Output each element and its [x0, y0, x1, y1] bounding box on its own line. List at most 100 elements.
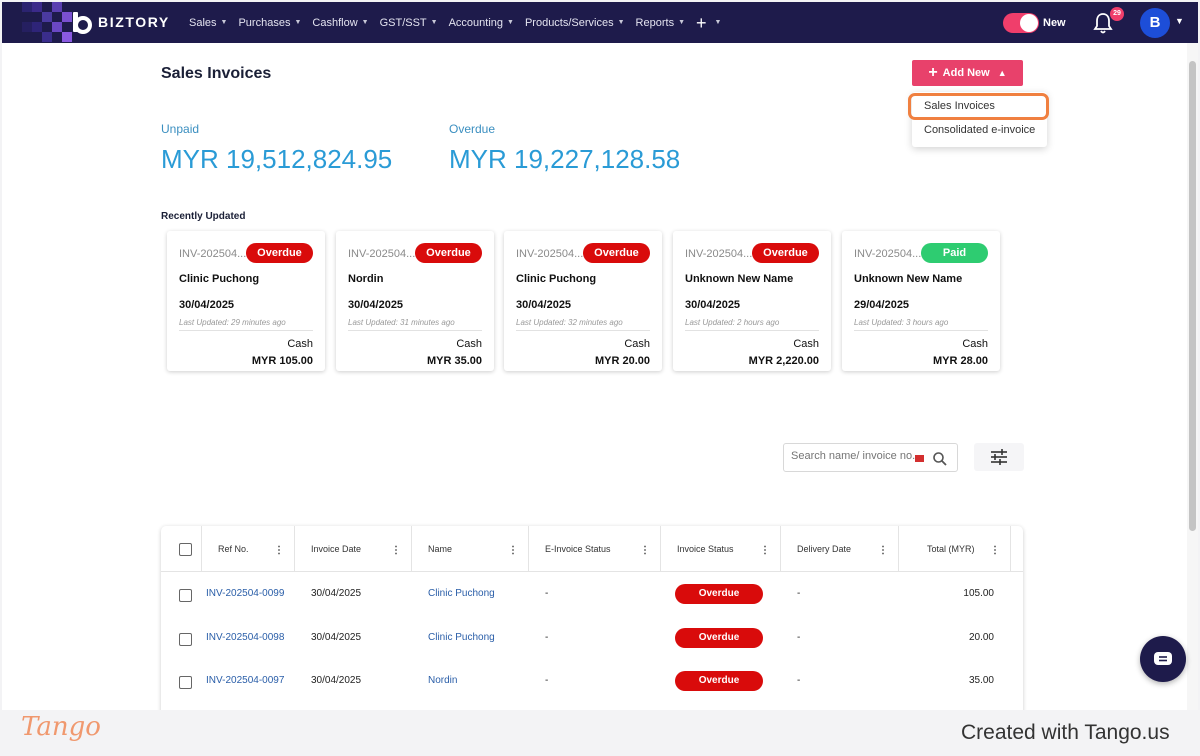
- divider: [179, 330, 313, 331]
- status-badge: Overdue: [752, 243, 819, 263]
- total-amount: 20.00: [968, 632, 994, 643]
- card-payment: Cash: [624, 338, 650, 350]
- column-header[interactable]: Delivery Date ⋮: [781, 526, 899, 572]
- invoice-date: 30/04/2025: [311, 675, 362, 686]
- scrollbar[interactable]: [1187, 43, 1198, 710]
- card-ref: INV-202504...: [854, 248, 922, 260]
- page-title: Sales Invoices: [161, 65, 272, 82]
- new-ui-toggle[interactable]: [1003, 13, 1039, 33]
- card-amount: MYR 35.00: [426, 355, 482, 367]
- card-payment: Cash: [456, 338, 482, 350]
- card-updated: Last Updated: 32 minutes ago: [516, 318, 623, 327]
- customer-link[interactable]: Clinic Puchong: [428, 588, 495, 599]
- status-badge: Overdue: [246, 243, 313, 263]
- column-label: Invoice Status: [677, 544, 734, 554]
- nav-products-services[interactable]: Products/Services ▼: [525, 17, 625, 29]
- chevron-down-icon: ▼: [220, 19, 228, 26]
- chevron-down-icon[interactable]: ▼: [1175, 16, 1184, 26]
- card-payment: Cash: [962, 338, 988, 350]
- table-row[interactable]: INV-202504-0098 30/04/2025 Clinic Puchon…: [161, 617, 1023, 661]
- column-label: Ref No.: [218, 544, 249, 554]
- table-row[interactable]: INV-202504-0097 30/04/2025 Nordin - Over…: [161, 660, 1023, 704]
- chevron-down-icon: ▼: [430, 19, 438, 26]
- ref-link[interactable]: INV-202504-0099: [206, 588, 284, 599]
- status-badge: Overdue: [675, 671, 763, 691]
- chevron-down-icon: ▼: [714, 19, 722, 26]
- recent-invoice-card[interactable]: INV-202504... Overdue Nordin 30/04/2025 …: [336, 231, 494, 371]
- dropdown-item-consolidated-einvoice[interactable]: Consolidated e-invoice: [924, 124, 1035, 136]
- toggle-label: New: [1043, 17, 1066, 29]
- column-header[interactable]: E-Invoice Status ⋮: [529, 526, 661, 572]
- recent-invoice-card[interactable]: INV-202504... Paid Unknown New Name 29/0…: [842, 231, 1000, 371]
- search-icon[interactable]: [932, 451, 948, 467]
- column-header[interactable]: Total (MYR) ⋮: [899, 526, 1011, 572]
- card-date: 30/04/2025: [685, 299, 741, 311]
- ref-link[interactable]: INV-202504-0097: [206, 675, 284, 686]
- filter-button[interactable]: [974, 443, 1024, 471]
- chevron-up-icon: ▲: [997, 68, 1007, 78]
- row-checkbox[interactable]: [179, 633, 192, 646]
- search-input[interactable]: [791, 450, 919, 462]
- card-updated: Last Updated: 2 hours ago: [685, 318, 780, 327]
- divider: [854, 330, 988, 331]
- column-header[interactable]: Name ⋮: [412, 526, 529, 572]
- search-box: [783, 443, 958, 472]
- card-amount: MYR 105.00: [251, 355, 313, 367]
- ref-link[interactable]: INV-202504-0098: [206, 632, 284, 643]
- select-all-checkbox[interactable]: [179, 543, 192, 556]
- column-header[interactable]: Ref No. ⋮: [202, 526, 295, 572]
- nav-quick-add[interactable]: + ▼: [696, 14, 721, 32]
- kebab-menu-icon[interactable]: ⋮: [391, 545, 401, 556]
- kebab-menu-icon[interactable]: ⋮: [274, 545, 284, 556]
- chat-button[interactable]: [1140, 636, 1186, 682]
- brand-name[interactable]: BIZTORY: [98, 14, 170, 30]
- table-row[interactable]: INV-202504-0099 30/04/2025 Clinic Puchon…: [161, 573, 1023, 617]
- customer-link[interactable]: Clinic Puchong: [428, 632, 495, 643]
- card-date: 30/04/2025: [348, 299, 404, 311]
- kebab-menu-icon[interactable]: ⋮: [990, 545, 1000, 556]
- recent-invoice-card[interactable]: INV-202504... Overdue Unknown New Name 3…: [673, 231, 831, 371]
- avatar[interactable]: B: [1140, 8, 1170, 38]
- status-badge: Overdue: [583, 243, 650, 263]
- nav-reports[interactable]: Reports ▼: [636, 17, 685, 29]
- row-checkbox[interactable]: [179, 676, 192, 689]
- nav-accounting[interactable]: Accounting ▼: [449, 17, 514, 29]
- invoices-table: Ref No. ⋮ Invoice Date ⋮ Name ⋮ E-Invoice S…: [161, 526, 1023, 710]
- invoice-date: 30/04/2025: [311, 588, 362, 599]
- add-new-label: Add New: [942, 67, 990, 79]
- einvoice-status: -: [545, 588, 549, 599]
- nav-gst-sst[interactable]: GST/SST ▼: [380, 17, 438, 29]
- plus-icon: +: [928, 64, 938, 81]
- recent-invoice-card[interactable]: INV-202504... Overdue Clinic Puchong 30/…: [167, 231, 325, 371]
- kebab-menu-icon[interactable]: ⋮: [640, 545, 650, 556]
- row-checkbox[interactable]: [179, 589, 192, 602]
- kebab-menu-icon[interactable]: ⋮: [508, 545, 518, 556]
- scrollbar-thumb[interactable]: [1189, 61, 1196, 531]
- header-select-cell: [161, 526, 202, 572]
- column-header[interactable]: Invoice Status ⋮: [661, 526, 781, 572]
- card-date: 30/04/2025: [179, 299, 235, 311]
- column-header[interactable]: Invoice Date ⋮: [295, 526, 412, 572]
- column-label: Invoice Date: [311, 544, 362, 554]
- unpaid-label: Unpaid: [161, 122, 200, 136]
- top-navbar: BIZTORY Sales ▼ Purchases ▼ Cashflow ▼ GST/…: [2, 2, 1198, 43]
- nav-cashflow[interactable]: Cashflow ▼: [312, 17, 368, 29]
- card-ref: INV-202504...: [685, 248, 753, 260]
- kebab-menu-icon[interactable]: ⋮: [878, 545, 888, 556]
- biztory-logo-icon[interactable]: [70, 10, 94, 34]
- chevron-down-icon: ▼: [361, 19, 369, 26]
- unpaid-value: MYR 19,512,824.95: [161, 144, 393, 174]
- recent-invoice-card[interactable]: INV-202504... Overdue Clinic Puchong 30/…: [504, 231, 662, 371]
- card-ref: INV-202504...: [516, 248, 584, 260]
- customer-link[interactable]: Nordin: [428, 675, 457, 686]
- card-updated: Last Updated: 3 hours ago: [854, 318, 949, 327]
- kebab-menu-icon[interactable]: ⋮: [760, 545, 770, 556]
- card-customer: Unknown New Name: [854, 273, 963, 285]
- einvoice-status: -: [545, 632, 549, 643]
- nav-sales[interactable]: Sales ▼: [189, 17, 227, 29]
- nav-purchases[interactable]: Purchases ▼: [238, 17, 301, 29]
- overdue-label: Overdue: [449, 122, 496, 136]
- notification-badge: 29: [1110, 7, 1124, 21]
- add-new-button[interactable]: + Add New ▲: [912, 60, 1023, 86]
- column-label: Name: [428, 544, 453, 554]
